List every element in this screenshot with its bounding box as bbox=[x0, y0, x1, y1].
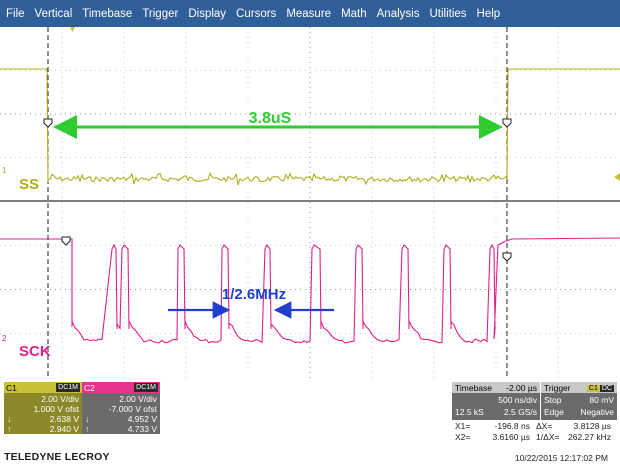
ch1-descriptor[interactable]: C1 DC1M 2.00 V/div 1.000 V ofst ↓ 2.638 V ↑ 2… bbox=[4, 382, 82, 444]
cursor-dx-label: ΔX= bbox=[536, 421, 553, 431]
cursor-inv-value: 262.27 kHz bbox=[568, 432, 611, 442]
ch2-row: ↓ 4.952 V bbox=[85, 414, 157, 424]
cursor-inv-label: 1/ΔX= bbox=[536, 432, 560, 442]
ch1-row-key: ↑ bbox=[7, 424, 12, 434]
ch2-descriptor[interactable]: C2 DC1M 2.00 V/div -7.000 V ofst ↓ 4.952 V ↑… bbox=[82, 382, 160, 444]
trigger-descriptor[interactable]: Trigger C1 DC Stop 80 mV Edge Negative bbox=[541, 382, 617, 420]
ch2-waveform bbox=[0, 237, 620, 344]
ch2-row-key: ↓ bbox=[85, 414, 90, 424]
ch2-coupling-badge: DC1M bbox=[134, 383, 158, 392]
menu-cursors[interactable]: Cursors bbox=[236, 8, 276, 20]
cursor-marker-icon bbox=[43, 118, 512, 262]
brand-logo: TELEDYNE LECROY bbox=[4, 451, 110, 463]
ch1-row: 2.00 V/div bbox=[7, 394, 79, 404]
menu-math[interactable]: Math bbox=[341, 8, 367, 20]
menu-analysis[interactable]: Analysis bbox=[377, 8, 420, 20]
menu-file[interactable]: File bbox=[6, 8, 25, 20]
ch1-row: 1.000 V ofst bbox=[7, 404, 79, 414]
ch1-title: C1 bbox=[6, 382, 17, 393]
trigger-type: Edge bbox=[544, 407, 564, 417]
menu-help[interactable]: Help bbox=[477, 8, 501, 20]
ch1-values: 2.00 V/div 1.000 V ofst ↓ 2.638 V ↑ 2.940 V Δy… bbox=[4, 393, 82, 444]
ch2-row: Δy -219 mV bbox=[85, 434, 157, 444]
ch1-trace-marker: 1 bbox=[2, 166, 7, 175]
ch1-row-value: 1.000 V ofst bbox=[33, 404, 79, 414]
timebase-title: Timebase bbox=[455, 382, 493, 393]
ch1-row: Δy 302 mV bbox=[7, 434, 79, 444]
ch2-row: ↑ 4.733 V bbox=[85, 424, 157, 434]
ch1-row-value: 2.940 V bbox=[49, 424, 79, 434]
menu-trigger[interactable]: Trigger bbox=[142, 8, 178, 20]
ch1-row-key: Δy bbox=[7, 434, 17, 444]
timebase-samples: 12.5 kS bbox=[455, 407, 484, 417]
ch2-title: C2 bbox=[84, 382, 95, 393]
cursor-readout: X1= -196.8 ns ΔX= 3.8128 µs X2= 3.6160 µs 1… bbox=[455, 421, 617, 443]
trigger-level: 80 mV bbox=[589, 395, 614, 405]
trigger-coupling-badge: DC bbox=[599, 385, 614, 392]
cursor-x2-value: 3.6160 µs bbox=[492, 432, 530, 442]
trigger-slope: Negative bbox=[580, 407, 614, 417]
cursor-dx-value: 3.8128 µs bbox=[573, 421, 611, 431]
ch1-row-value: 2.00 V/div bbox=[41, 394, 79, 404]
trigger-title: Trigger bbox=[544, 382, 571, 393]
ch2-row-value: 4.733 V bbox=[127, 424, 157, 434]
trigger-level-icon bbox=[614, 173, 620, 181]
timebase-descriptor[interactable]: Timebase -2.00 µs 500 ns/div 12.5 kS 2.5 … bbox=[452, 382, 540, 420]
trigger-source-badge: C1 bbox=[586, 385, 600, 392]
waveform-display[interactable]: 3.8uS 1/2.6MHz SS SCK 1 2 bbox=[0, 27, 620, 378]
menu-display[interactable]: Display bbox=[188, 8, 226, 20]
ch2-row: 2.00 V/div bbox=[85, 394, 157, 404]
cursor-x1-label: X1= bbox=[455, 421, 471, 431]
menu-measure[interactable]: Measure bbox=[286, 8, 331, 20]
timestamp: 10/22/2015 12:17:02 PM bbox=[514, 453, 608, 463]
cursor-x2-label: X2= bbox=[455, 432, 471, 442]
ch2-row-value: 4.952 V bbox=[127, 414, 157, 424]
ch1-row: ↑ 2.940 V bbox=[7, 424, 79, 434]
ch2-row-value: -219 mV bbox=[124, 434, 157, 444]
period-label: 3.8uS bbox=[249, 110, 292, 127]
ch1-row-value: 302 mV bbox=[49, 434, 79, 444]
ch1-label: SS bbox=[19, 176, 39, 193]
status-panel: C1 DC1M 2.00 V/div 1.000 V ofst ↓ 2.638 V ↑ 2… bbox=[0, 378, 620, 465]
ch2-values: 2.00 V/div -7.000 V ofst ↓ 4.952 V ↑ 4.733 VΔ… bbox=[82, 393, 160, 444]
menu-vertical[interactable]: Vertical bbox=[35, 8, 73, 20]
ch2-row: -7.000 V ofst bbox=[85, 404, 157, 414]
ch2-label: SCK bbox=[19, 343, 51, 360]
ch2-row-key: Δy bbox=[85, 434, 95, 444]
timebase-rate: 2.5 GS/s bbox=[503, 407, 537, 417]
waveform-canvas[interactable]: 3.8uS 1/2.6MHz SS SCK 1 2 bbox=[0, 27, 620, 378]
timebase-div: 500 ns/div bbox=[498, 395, 537, 405]
menu-utilities[interactable]: Utilities bbox=[429, 8, 466, 20]
ch1-row-key: ↓ bbox=[7, 414, 12, 424]
trigger-position-icon bbox=[70, 27, 75, 32]
ch2-trace-marker: 2 bbox=[2, 334, 7, 343]
menu-bar: File Vertical Timebase Trigger Display C… bbox=[0, 0, 620, 27]
timebase-delay: -2.00 µs bbox=[506, 382, 537, 393]
ch1-row-value: 2.638 V bbox=[49, 414, 79, 424]
menu-timebase[interactable]: Timebase bbox=[82, 8, 132, 20]
cursor-x1-value: -196.8 ns bbox=[494, 421, 530, 431]
trigger-mode: Stop bbox=[544, 395, 562, 405]
ch2-row-value: 2.00 V/div bbox=[119, 394, 157, 404]
frequency-label: 1/2.6MHz bbox=[222, 286, 286, 303]
ch2-row-value: -7.000 V ofst bbox=[108, 404, 157, 414]
ch1-row: ↓ 2.638 V bbox=[7, 414, 79, 424]
ch1-coupling-badge: DC1M bbox=[56, 383, 80, 392]
ch2-row-key: ↑ bbox=[85, 424, 90, 434]
